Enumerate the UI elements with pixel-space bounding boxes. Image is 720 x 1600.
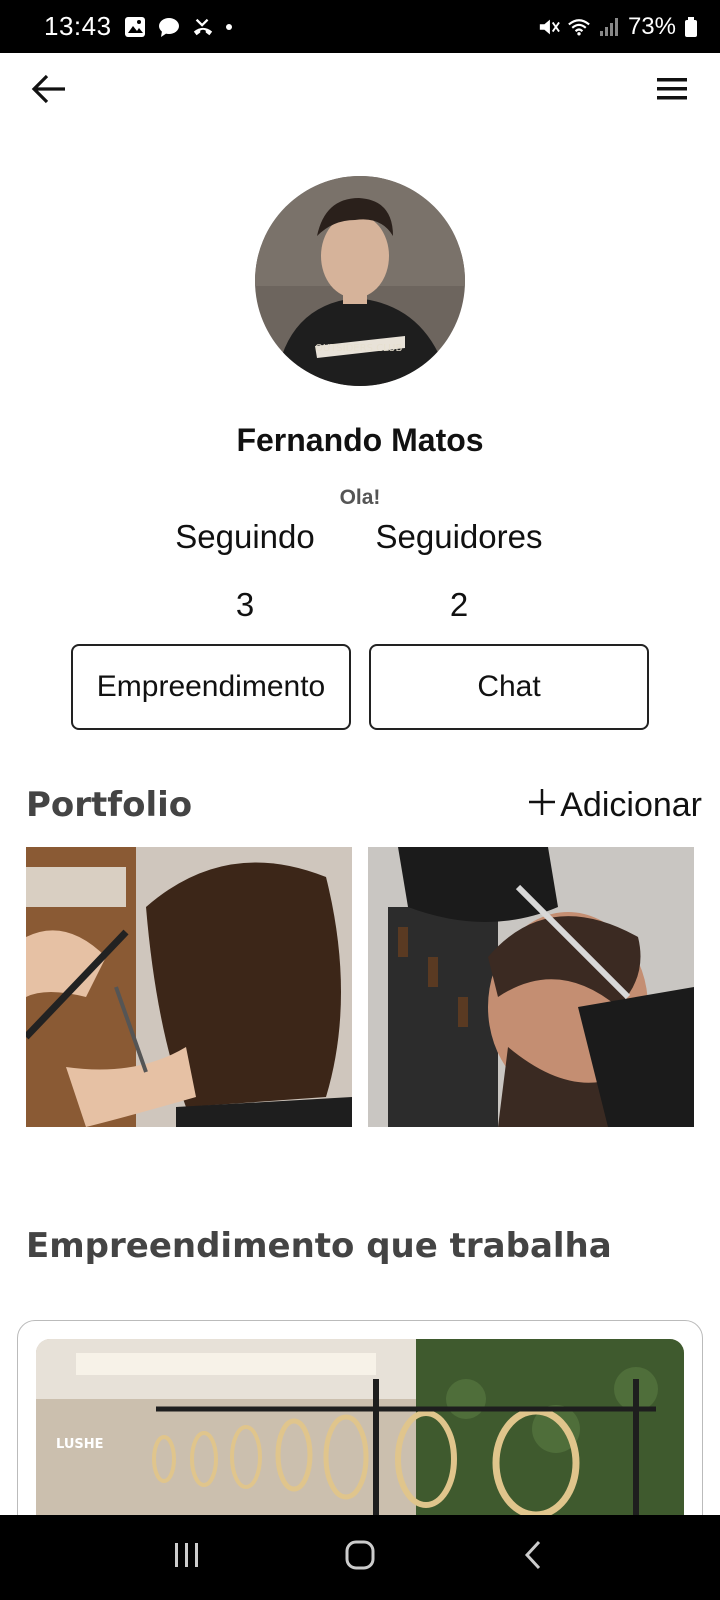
menu-button[interactable]	[652, 71, 692, 111]
following-stat[interactable]: Seguindo 3	[150, 518, 340, 624]
battery-icon	[684, 16, 698, 38]
add-portfolio-button[interactable]: Adicionar	[528, 786, 702, 825]
recent-apps-button[interactable]	[157, 1528, 217, 1588]
followers-stat[interactable]: Seguidores 2	[364, 518, 554, 624]
workplace-section-title: Empreendimento que trabalha	[26, 1226, 612, 1266]
status-notification-icons	[124, 16, 232, 38]
wifi-icon	[568, 16, 590, 38]
status-time: 13:43	[44, 11, 112, 41]
avatar[interactable]: OUTSIDERS CLUB	[255, 176, 465, 386]
chat-bubble-icon	[158, 16, 180, 38]
following-label: Seguindo	[175, 518, 315, 555]
profile-name: Fernando Matos	[236, 422, 484, 458]
svg-text:OUTSIDERS CLUB: OUTSIDERS CLUB	[315, 343, 402, 354]
arrow-left-icon	[31, 74, 67, 109]
chevron-left-icon	[522, 1539, 544, 1576]
image-icon	[124, 16, 146, 38]
system-nav-bar	[0, 1515, 720, 1600]
battery-percent: 73%	[627, 12, 676, 40]
recent-apps-icon	[172, 1541, 202, 1574]
back-button[interactable]	[28, 71, 70, 111]
status-bar: 13:43 73%	[0, 0, 720, 53]
plus-icon	[528, 786, 556, 825]
business-logo: LUSHE	[56, 1437, 104, 1452]
hamburger-menu-icon	[656, 76, 688, 107]
business-button[interactable]: Empreendimento	[71, 644, 351, 730]
followers-count: 2	[449, 586, 469, 623]
chat-button[interactable]: Chat	[369, 644, 649, 730]
profile-bio: Ola!	[339, 486, 381, 509]
missed-call-icon	[192, 16, 214, 38]
home-button[interactable]	[330, 1528, 390, 1588]
dot-icon	[225, 23, 232, 30]
portfolio-image-haircut[interactable]	[26, 847, 352, 1127]
mute-icon	[538, 16, 560, 38]
back-nav-button[interactable]	[503, 1528, 563, 1588]
followers-label: Seguidores	[375, 518, 543, 555]
add-label: Adicionar	[560, 786, 702, 824]
signal-icon	[598, 16, 620, 38]
portfolio-title: Portfolio	[26, 785, 193, 825]
following-count: 3	[235, 586, 255, 623]
app-bar	[0, 53, 720, 127]
status-system-icons: 73%	[538, 13, 698, 41]
home-icon	[344, 1539, 376, 1576]
portfolio-image-barber[interactable]	[368, 847, 694, 1127]
